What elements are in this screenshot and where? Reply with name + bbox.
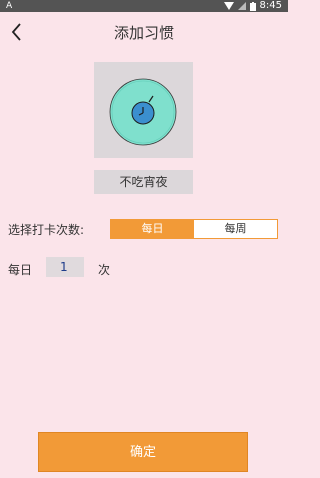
wifi-icon bbox=[223, 2, 234, 10]
count-unit: 次 bbox=[98, 263, 111, 277]
option-daily[interactable]: 每日 bbox=[111, 220, 194, 238]
status-icons: 8:45 bbox=[223, 0, 282, 12]
clock-icon bbox=[109, 78, 177, 146]
notification-icon: A bbox=[6, 1, 13, 11]
status-bar: A 8:45 bbox=[0, 0, 288, 12]
habit-icon-box[interactable] bbox=[94, 62, 193, 158]
page-title: 添加习惯 bbox=[113, 24, 174, 42]
signal-icon bbox=[237, 2, 246, 10]
option-weekly[interactable]: 每周 bbox=[194, 220, 277, 238]
count-prefix: 每日 bbox=[8, 263, 33, 277]
count-input[interactable] bbox=[46, 257, 84, 277]
confirm-button[interactable]: 确定 bbox=[38, 432, 248, 472]
frequency-selector: 每日 每周 bbox=[110, 219, 278, 239]
header: 添加习惯 bbox=[0, 12, 288, 52]
habit-name[interactable]: 不吃宵夜 bbox=[94, 170, 193, 194]
status-time: 8:45 bbox=[259, 0, 282, 11]
frequency-label: 选择打卡次数: bbox=[8, 223, 85, 237]
battery-icon bbox=[249, 1, 256, 11]
